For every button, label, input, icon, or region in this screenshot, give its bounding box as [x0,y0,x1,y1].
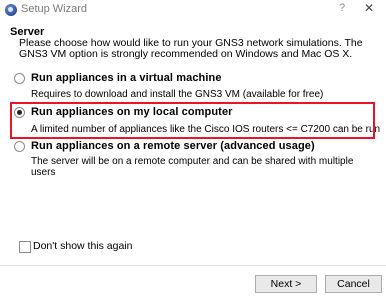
option-remote-server-description: The server will be on a remote computer … [31,156,354,178]
dont-show-label[interactable]: Don't show this again [33,240,132,252]
highlight-box [10,102,375,139]
cancel-button[interactable]: Cancel [325,275,382,293]
next-button[interactable]: Next > [255,275,317,293]
section-description: Please choose how would like to run your… [19,37,363,60]
help-button[interactable]: ? [339,2,345,14]
radio-remote-server[interactable] [14,141,25,152]
title-bar: Setup Wizard ? ✕ [0,0,386,22]
gns3-app-icon [5,4,17,16]
dont-show-checkbox[interactable] [19,241,31,253]
radio-virtual-machine[interactable] [14,73,25,84]
option-remote-server-label[interactable]: Run appliances on a remote server (advan… [31,140,315,152]
option-virtual-machine-label[interactable]: Run appliances in a virtual machine [31,72,222,84]
window-title: Setup Wizard [21,3,88,15]
footer-separator [0,265,386,266]
close-button[interactable]: ✕ [364,1,374,15]
option-virtual-machine-description: Requires to download and install the GNS… [31,89,324,100]
